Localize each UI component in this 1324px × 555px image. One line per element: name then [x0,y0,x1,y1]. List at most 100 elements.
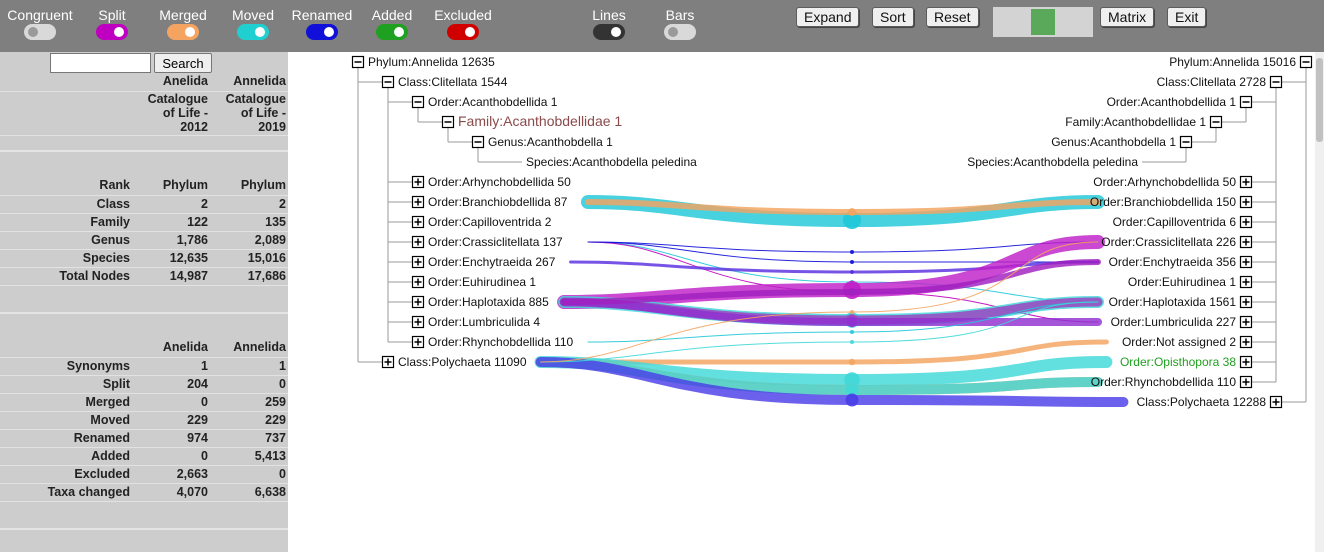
expand-node-icon[interactable] [1269,395,1283,409]
tree-comparison-view[interactable]: Phylum:Annelida 12635 Class:Clitellata 15… [288,52,1324,552]
expand-node-icon[interactable] [411,215,425,229]
toggle-added[interactable]: Added [357,7,427,43]
toggle-switch[interactable] [96,24,128,40]
tree-node-label[interactable]: Order:Haplotaxida 1561 [1109,295,1237,309]
flow-marker[interactable] [850,260,854,264]
expand-node-icon[interactable] [411,235,425,249]
tree-node-label[interactable]: Order:Arhynchobdellida 50 [428,175,571,189]
tree-node-label[interactable]: Family:Acanthobdellidae 1 [458,113,622,129]
tree-node-label[interactable]: Order:Acanthobdellida 1 [1107,95,1237,109]
collapse-node-icon[interactable] [1299,55,1313,69]
tree-node-label[interactable]: Order:Lumbriculida 4 [428,315,540,329]
tree-node-label[interactable]: Order:Enchytraeida 267 [428,255,556,269]
tree-node-label[interactable]: Phylum:Annelida 12635 [368,55,495,69]
toggle-switch[interactable] [376,24,408,40]
tree-node-label[interactable]: Phylum:Annelida 15016 [1169,55,1296,69]
toggle-switch[interactable] [664,24,696,40]
matrix-button[interactable]: Matrix [1100,7,1155,27]
flow-marker[interactable] [850,330,854,334]
expand-node-icon[interactable] [411,195,425,209]
expand-node-icon[interactable] [1239,255,1253,269]
search-button[interactable]: Search [154,53,212,73]
tree-node-label[interactable]: Order:Crassiclitellata 226 [1101,235,1236,249]
tree-node-label[interactable]: Order:Not assigned 2 [1122,335,1236,349]
tree-node-label[interactable]: Order:Euhirudinea 1 [1128,275,1236,289]
collapse-node-icon[interactable] [351,55,365,69]
flow-marker[interactable] [848,358,856,366]
tree-node-label[interactable]: Order:Opisthopora 38 [1120,355,1236,369]
expand-node-icon[interactable] [411,315,425,329]
tree-node-label[interactable]: Class:Clitellata 1544 [398,75,508,89]
tree-node-label[interactable]: Genus:Acanthobdella 1 [1051,135,1176,149]
expand-node-icon[interactable] [381,355,395,369]
tree-node-label[interactable]: Family:Acanthobdellidae 1 [1065,115,1206,129]
tree-node-label[interactable]: Order:Capilloventrida 2 [428,215,552,229]
vertical-scrollbar[interactable] [1315,52,1324,552]
expand-node-icon[interactable] [1239,235,1253,249]
flow-marker[interactable] [845,393,859,407]
minimap-viewport[interactable] [1031,9,1055,35]
expand-node-icon[interactable] [1239,315,1253,329]
scrollbar-thumb[interactable] [1316,58,1323,142]
toggle-bars[interactable]: Bars [645,7,715,43]
expand-node-icon[interactable] [411,175,425,189]
collapse-node-icon[interactable] [1179,135,1193,149]
reset-button[interactable]: Reset [926,7,979,27]
flow-marker[interactable] [850,270,854,274]
expand-node-icon[interactable] [411,295,425,309]
expand-node-icon[interactable] [1239,335,1253,349]
flow-marker[interactable] [848,208,856,216]
tree-node-label[interactable]: Order:Lumbriculida 227 [1111,315,1237,329]
flow-marker[interactable] [850,310,854,314]
tree-node-label[interactable]: Order:Rhynchobdellida 110 [428,335,574,349]
flow-marker[interactable] [850,340,854,344]
tree-node-label[interactable]: Order:Branchiobdellida 150 [1090,195,1236,209]
collapse-node-icon[interactable] [1239,95,1253,109]
toggle-renamed[interactable]: Renamed [287,7,357,43]
flow-band[interactable] [538,339,1109,365]
tree-node-label[interactable]: Order:Capilloventrida 6 [1113,215,1237,229]
tree-node-label[interactable]: Order:Rhynchobdellida 110 [1091,375,1237,389]
expand-node-icon[interactable] [1239,295,1253,309]
tree-node-label[interactable]: Class:Polychaeta 11090 [398,355,527,369]
toggle-congruent[interactable]: Congruent [5,7,75,43]
expand-node-icon[interactable] [411,335,425,349]
toggle-switch[interactable] [167,24,199,40]
flow-marker[interactable] [850,250,854,254]
tree-canvas[interactable]: Phylum:Annelida 12635 Class:Clitellata 15… [288,52,1324,552]
toggle-merged[interactable]: Merged [148,7,218,43]
collapse-node-icon[interactable] [411,95,425,109]
tree-node-label[interactable]: Order:Haplotaxida 885 [428,295,549,309]
toggle-switch[interactable] [24,24,56,40]
toggle-excluded[interactable]: Excluded [428,7,498,43]
flow-marker[interactable] [846,316,858,328]
tree-node-label[interactable]: Species:Acanthobdella peledina [526,155,697,169]
exit-button[interactable]: Exit [1167,7,1207,27]
collapse-node-icon[interactable] [1269,75,1283,89]
collapse-node-icon[interactable] [381,75,395,89]
tree-node-label[interactable]: Order:Branchiobdellida 87 [428,195,568,209]
collapse-node-icon[interactable] [1209,115,1223,129]
tree-node-label[interactable]: Genus:Acanthobdella 1 [488,135,613,149]
toggle-moved[interactable]: Moved [218,7,288,43]
toggle-switch[interactable] [237,24,269,40]
flow-marker[interactable] [848,288,856,296]
sort-button[interactable]: Sort [872,7,914,27]
tree-node-label[interactable]: Class:Clitellata 2728 [1157,75,1267,89]
expand-node-icon[interactable] [411,275,425,289]
tree-node-label[interactable]: Order:Acanthobdellida 1 [428,95,558,109]
tree-node-label[interactable]: Order:Arhynchobdellida 50 [1093,175,1236,189]
tree-node-label[interactable]: Class:Polychaeta 12288 [1137,395,1267,409]
toggle-switch[interactable] [306,24,338,40]
toggle-switch[interactable] [593,24,625,40]
expand-node-icon[interactable] [1239,355,1253,369]
expand-node-icon[interactable] [1239,215,1253,229]
tree-node-label[interactable]: Order:Enchytraeida 356 [1109,255,1237,269]
minimap[interactable] [993,7,1093,37]
expand-node-icon[interactable] [1239,375,1253,389]
collapse-node-icon[interactable] [471,135,485,149]
tree-node-label[interactable]: Order:Crassiclitellata 137 [428,235,563,249]
toggle-switch[interactable] [447,24,479,40]
toggle-lines[interactable]: Lines [574,7,644,43]
expand-node-icon[interactable] [1239,275,1253,289]
